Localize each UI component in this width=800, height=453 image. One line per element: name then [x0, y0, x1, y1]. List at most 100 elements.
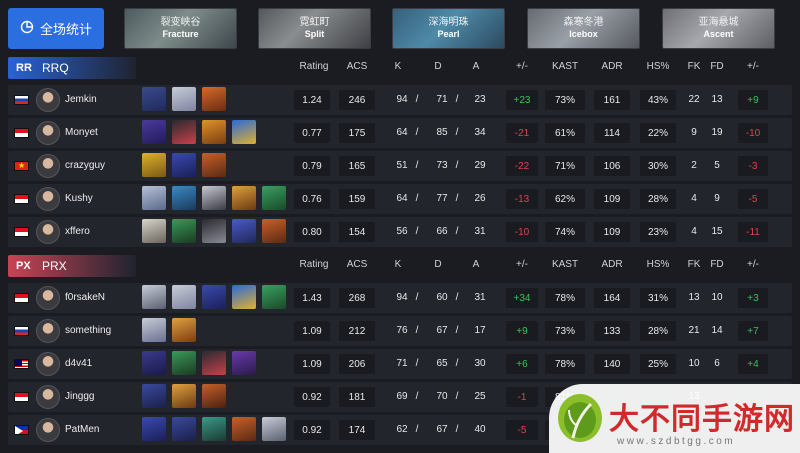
- stat-acs: 165: [339, 156, 375, 176]
- player-row[interactable]: Jemkin 1.24 246 94 71 23 +23 73% 161 43% 22 13 +9//: [8, 85, 792, 115]
- stat-acs: 175: [339, 123, 375, 143]
- stat-hs: 28%: [640, 321, 676, 341]
- stat-acs: 268: [339, 288, 375, 308]
- agent-portrait-icon: [172, 120, 196, 144]
- player-row[interactable]: d4v41 1.09 206 71 65 30 +6 78% 140 25% 10 6 +4//: [8, 349, 792, 379]
- column-header[interactable]: +/-: [734, 259, 772, 270]
- stat-fk: 4: [691, 226, 697, 237]
- column-header[interactable]: HS%: [636, 61, 680, 72]
- agent-list: [142, 417, 286, 441]
- column-header[interactable]: K: [383, 259, 413, 270]
- column-header[interactable]: FD: [702, 259, 732, 270]
- column-header[interactable]: D: [423, 61, 453, 72]
- stat-fpm: +3: [738, 288, 768, 308]
- kda-separator: /: [455, 292, 459, 303]
- kda-separator: /: [415, 424, 419, 435]
- agent-portrait-icon: [142, 153, 166, 177]
- overall-stats-button[interactable]: 全场统计: [8, 8, 104, 49]
- watermark: 大不同手游网 www.szdbtgg.com: [549, 384, 800, 453]
- column-header[interactable]: ADR: [590, 259, 634, 270]
- player-name[interactable]: d4v41: [65, 358, 92, 369]
- player-name[interactable]: Kushy: [65, 193, 93, 204]
- stat-kast: 73%: [545, 321, 585, 341]
- player-name[interactable]: Monyet: [65, 127, 98, 138]
- stat-adr: 164: [594, 288, 630, 308]
- team-header-rrq: RR RRQ Rating ACS K D A +/- KAST ADR HS% FK FD +/-: [0, 57, 800, 79]
- stat-adr: 114: [594, 123, 630, 143]
- player-name[interactable]: f0rsakeN: [65, 292, 105, 303]
- stat-fpm: -10: [738, 123, 768, 143]
- map-tab-split[interactable]: 霓虹町 Split: [258, 8, 371, 49]
- player-row[interactable]: Monyet 0.77 175 64 85 34 -21 61% 114 22% 9 19 -10//: [8, 118, 792, 148]
- stat-a: 31: [474, 226, 486, 237]
- column-header[interactable]: Rating: [290, 61, 338, 72]
- column-header[interactable]: FD: [702, 61, 732, 72]
- column-header[interactable]: KAST: [541, 61, 589, 72]
- stat-rating: 1.09: [294, 354, 330, 374]
- stat-kast: 71%: [545, 156, 585, 176]
- agent-portrait-icon: [232, 351, 256, 375]
- column-header[interactable]: HS%: [636, 259, 680, 270]
- player-row[interactable]: xffero 0.80 154 56 66 31 -10 74% 109 23% 4 15 -11//: [8, 217, 792, 247]
- stat-rating: 0.92: [294, 387, 330, 407]
- agent-portrait-icon: [202, 186, 226, 210]
- player-avatar: [36, 418, 60, 442]
- kda-separator: /: [415, 226, 419, 237]
- map-tab-pearl[interactable]: 深海明珠 Pearl: [392, 8, 505, 49]
- flag-id-icon: [14, 227, 29, 237]
- player-name[interactable]: something: [65, 325, 111, 336]
- stat-fpm: -11: [738, 222, 768, 242]
- stat-a: 17: [474, 325, 486, 336]
- agent-portrait-icon: [142, 120, 166, 144]
- player-name[interactable]: Jinggg: [65, 391, 94, 402]
- agent-list: [142, 351, 256, 375]
- player-row[interactable]: crazyguy0.79165517329-2271%10630%25-3//: [8, 151, 792, 181]
- column-header[interactable]: Rating: [290, 259, 338, 270]
- stat-fd: 10: [711, 292, 723, 303]
- column-header[interactable]: ACS: [335, 259, 379, 270]
- agent-portrait-icon: [232, 219, 256, 243]
- column-header[interactable]: KAST: [541, 259, 589, 270]
- stat-fpm: -3: [738, 156, 768, 176]
- column-header[interactable]: A: [461, 61, 491, 72]
- stat-adr: 106: [594, 156, 630, 176]
- player-row[interactable]: something 1.09 212 76 67 17 +9 73% 133 28% 21 14 +7/…: [8, 316, 792, 346]
- team-logo-icon: RR: [16, 62, 32, 74]
- player-name[interactable]: xffero: [65, 226, 90, 237]
- player-name[interactable]: Jemkin: [65, 94, 97, 105]
- stat-fk: 2: [691, 160, 697, 171]
- player-name[interactable]: crazyguy: [65, 160, 105, 171]
- stat-fk: 9: [691, 127, 697, 138]
- column-header[interactable]: A: [461, 259, 491, 270]
- column-header[interactable]: D: [423, 259, 453, 270]
- kda-separator: /: [415, 127, 419, 138]
- column-header[interactable]: ACS: [335, 61, 379, 72]
- stat-pm: -1: [506, 387, 538, 407]
- stat-acs: 181: [339, 387, 375, 407]
- flag-id-icon: [14, 128, 29, 138]
- map-tab-ascent[interactable]: 亚海悬城 Ascent: [662, 8, 775, 49]
- player-row[interactable]: Kushy 0.76 159 64 77 26 -13 62% 109 28% 4 9 -5//: [8, 184, 792, 214]
- stat-pm: +23: [506, 90, 538, 110]
- map-tab-fracture[interactable]: 裂变峡谷 Fracture: [124, 8, 237, 49]
- stat-fd: 19: [711, 127, 723, 138]
- agent-portrait-icon: [172, 318, 196, 342]
- stat-hs: 31%: [640, 288, 676, 308]
- stat-kast: 61%: [545, 123, 585, 143]
- stat-pm: -5: [506, 420, 538, 440]
- flag-ru-icon: [14, 95, 29, 105]
- kda-separator: /: [415, 292, 419, 303]
- column-header[interactable]: +/-: [502, 61, 542, 72]
- agent-portrait-icon: [232, 285, 256, 309]
- player-row[interactable]: f0rsakeN 1.43 268 94 60 31 +34 78% 164 31% 13 10 +3/…: [8, 283, 792, 313]
- column-header[interactable]: K: [383, 61, 413, 72]
- map-tab-icebox[interactable]: 森寒冬港 Icebox: [527, 8, 640, 49]
- column-header[interactable]: +/-: [502, 259, 542, 270]
- player-name[interactable]: PatMen: [65, 424, 99, 435]
- agent-portrait-icon: [262, 417, 286, 441]
- column-header[interactable]: ADR: [590, 61, 634, 72]
- team-name: PRX: [42, 259, 67, 273]
- agent-portrait-icon: [172, 153, 196, 177]
- column-header[interactable]: +/-: [734, 61, 772, 72]
- stat-pm: -10: [506, 222, 538, 242]
